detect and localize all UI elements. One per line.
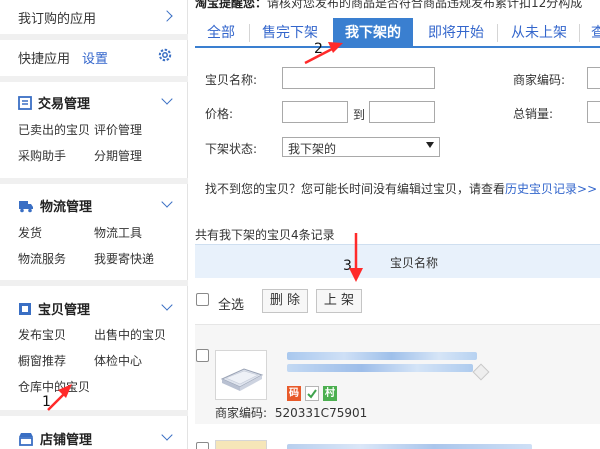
section-trade-title: 交易管理 — [38, 97, 91, 112]
my-apps-label[interactable]: 我订购的应用 — [18, 8, 96, 27]
shop-icon — [18, 432, 34, 449]
notice-text: 请核对您发布的商品是否符合商品违规发布累计扣12分构成 — [267, 0, 583, 10]
history-hint: 找不到您的宝贝？您可能长时间没有编辑过宝贝，请查看历史宝贝记录>> — [205, 180, 597, 197]
section-logistics-title: 物流管理 — [40, 200, 93, 215]
price-label: 价格: — [205, 107, 234, 121]
total-sales-input[interactable] — [587, 101, 600, 123]
chevron-right-icon[interactable] — [161, 10, 173, 22]
tab-my-delisted[interactable]: 我下架的 — [333, 18, 413, 48]
sidebar-item-warehouse[interactable]: 仓库中的宝贝 — [18, 378, 90, 395]
sidebar-item-health-check[interactable]: 体检中心 — [94, 352, 142, 369]
price-to-label: 到 — [353, 108, 366, 122]
certificate-badge-icon — [305, 386, 319, 401]
sidebar: 我订购的应用 快捷应用 设置 交易管理 已卖出的宝贝 评价管理 采购助手 分期管… — [0, 0, 188, 449]
chevron-down-icon[interactable] — [161, 299, 173, 311]
quick-apps-label: 快捷应用 — [18, 52, 71, 67]
tab-divider — [249, 24, 250, 42]
delete-button[interactable]: 删 除 — [262, 289, 308, 313]
document-icon — [18, 96, 32, 114]
select-all-label: 全选 — [218, 298, 245, 313]
section-logistics[interactable]: 物流管理 — [18, 196, 92, 217]
chevron-down-icon[interactable] — [161, 93, 173, 105]
check-icon — [307, 389, 317, 399]
sidebar-item-showcase[interactable]: 橱窗推荐 — [18, 352, 66, 369]
sidebar-item-reviews[interactable]: 评价管理 — [94, 121, 142, 138]
village-badge-icon: 村 — [323, 386, 337, 401]
tab-divider — [497, 24, 498, 42]
settings-link[interactable]: 设置 — [82, 48, 108, 67]
tab-divider — [579, 24, 580, 42]
notice-label: 淘宝提醒您： — [195, 0, 268, 10]
status-label: 下架状态: — [205, 142, 258, 156]
history-hint-text: 找不到您的宝贝？您可能长时间没有编辑过宝贝，请查看 — [205, 182, 506, 196]
column-item-name: 宝贝名称 — [390, 256, 439, 270]
dropdown-arrow-icon — [426, 142, 434, 148]
merchant-code: 商家编码: 520331C75901 — [215, 404, 367, 421]
sidebar-item-on-sale[interactable]: 出售中的宝贝 — [94, 326, 166, 343]
truck-icon — [18, 199, 34, 217]
divider — [0, 280, 188, 286]
row-checkbox[interactable] — [196, 349, 209, 362]
box-icon — [18, 302, 32, 320]
section-shop-title: 店铺管理 — [40, 433, 93, 448]
sidebar-item-installments[interactable]: 分期管理 — [94, 147, 142, 164]
tab-more[interactable]: 查 — [591, 22, 600, 42]
section-items[interactable]: 宝贝管理 — [18, 299, 90, 320]
item-name-input[interactable] — [282, 67, 435, 89]
product-title-blurred[interactable] — [287, 444, 532, 449]
status-select-value: 我下架的 — [288, 142, 337, 156]
sidebar-item-sold[interactable]: 已卖出的宝贝 — [18, 121, 90, 138]
notice-bar: 淘宝提醒您：请核对您发布的商品是否符合商品违规发布累计扣12分构成 — [195, 0, 600, 10]
table-header: 宝贝名称 — [195, 244, 600, 278]
product-title-blurred — [287, 364, 473, 372]
sidebar-item-send-express[interactable]: 我要寄快递 — [94, 250, 154, 267]
merchant-code-value: 520331C75901 — [274, 406, 368, 420]
gear-icon[interactable] — [157, 47, 173, 63]
product-thumbnail[interactable] — [215, 440, 267, 449]
merchant-code-label: 商家编码: — [215, 406, 268, 420]
price-max-input[interactable] — [369, 101, 435, 123]
tab-never-listed[interactable]: 从未上架 — [511, 22, 567, 42]
total-sales-label: 总销量: — [513, 107, 554, 121]
status-tabs: 全部 售完下架 我下架的 即将开始 从未上架 查 — [195, 18, 600, 48]
divider — [0, 410, 188, 416]
mattress-image — [220, 368, 264, 391]
tab-sold-out[interactable]: 售完下架 — [262, 22, 318, 42]
divider — [0, 178, 188, 184]
list-item-button[interactable]: 上 架 — [316, 289, 362, 313]
barcode-badge-icon: 码 — [287, 386, 301, 401]
merchant-code-label: 商家编码: — [513, 73, 566, 87]
product-title-blurred[interactable] — [287, 352, 477, 360]
sidebar-item-logistics-service[interactable]: 物流服务 — [18, 250, 66, 267]
divider — [0, 34, 188, 40]
annotation-number-2: 2 — [314, 41, 323, 57]
section-items-title: 宝贝管理 — [38, 303, 91, 318]
annotation-number-1: 1 — [42, 394, 51, 410]
sidebar-item-logistics-tools[interactable]: 物流工具 — [94, 224, 142, 241]
status-select[interactable]: 我下架的 — [282, 137, 440, 157]
sidebar-item-publish[interactable]: 发布宝贝 — [18, 326, 66, 343]
tab-all[interactable]: 全部 — [207, 22, 235, 42]
row-checkbox[interactable] — [196, 442, 209, 449]
history-records-link[interactable]: 历史宝贝记录>> — [505, 182, 597, 196]
main-content: 淘宝提醒您：请核对您发布的商品是否符合商品违规发布累计扣12分构成 全部 售完下… — [195, 0, 600, 449]
price-min-input[interactable] — [282, 101, 348, 123]
section-shop[interactable]: 店铺管理 — [18, 429, 92, 449]
sidebar-item-purchase-assistant[interactable]: 采购助手 — [18, 147, 66, 164]
chevron-down-icon[interactable] — [161, 429, 173, 441]
chevron-down-icon[interactable] — [161, 196, 173, 208]
record-count: 共有我下架的宝贝4条记录 — [195, 228, 335, 242]
tab-upcoming[interactable]: 即将开始 — [428, 22, 484, 42]
sidebar-item-ship[interactable]: 发货 — [18, 224, 42, 241]
product-thumbnail[interactable] — [215, 350, 267, 400]
item-name-label: 宝贝名称: — [205, 73, 258, 87]
select-all-checkbox[interactable] — [196, 293, 209, 306]
section-trade[interactable]: 交易管理 — [18, 93, 90, 114]
merchant-code-input[interactable] — [587, 67, 600, 89]
divider — [0, 76, 188, 82]
annotation-number-3: 3 — [343, 258, 352, 274]
